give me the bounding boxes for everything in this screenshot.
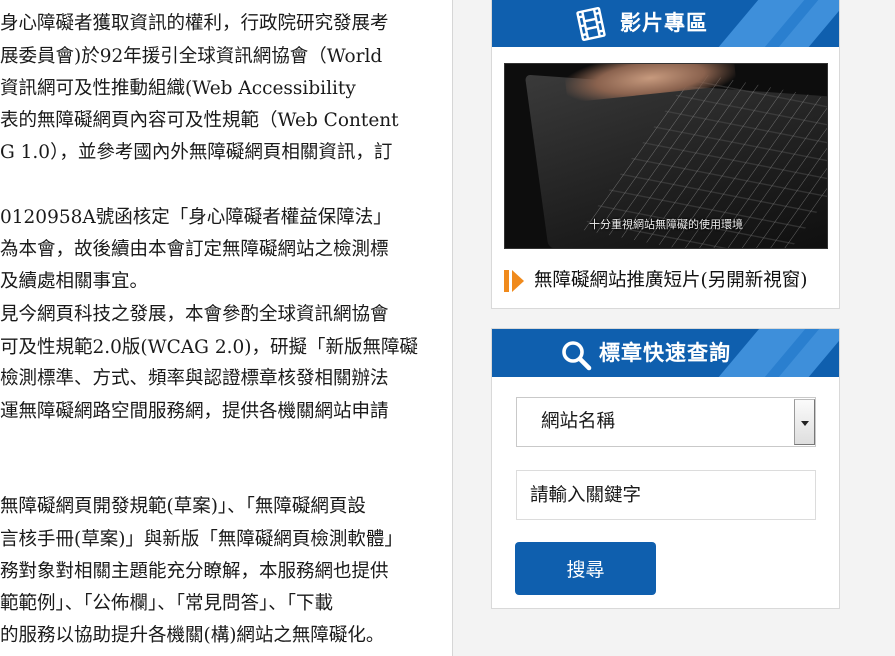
- video-panel-title: 影片專區: [620, 11, 708, 35]
- article-line: 展委員會)於92年援引全球資訊網協會（World: [0, 46, 383, 67]
- search-button[interactable]: 搜尋: [515, 542, 656, 595]
- keyword-input[interactable]: [516, 470, 816, 520]
- article-line: 資訊網可及性推動組織(Web Accessibility: [0, 78, 356, 99]
- article-line: 的服務以協助提升各機關(構)網站之無障礙化。: [0, 625, 385, 646]
- video-thumbnail[interactable]: 十分重視網站無障礙的使用環境: [504, 63, 828, 249]
- article-line: 範範例」、「公佈欄」、「常見問答」、「下載: [0, 593, 334, 614]
- play-arrow-icon: [504, 270, 524, 292]
- search-icon: [560, 339, 592, 371]
- article-line: 見今網頁科技之發展，本會參酌全球資訊網協會: [0, 304, 389, 325]
- article-line: 0120958A號函核定「身心障礙者權益保障法」: [0, 207, 392, 228]
- article-line: 檢測標準、方式、頻率與認證標章核發相關辦法: [0, 368, 389, 389]
- article-line: 及續處相關事宜。: [0, 271, 149, 292]
- video-panel-header: 影片專區: [492, 0, 839, 47]
- search-type-value: 網站名稱: [541, 411, 616, 432]
- article-line: 言核手冊(草案)」與新版「無障礙網頁檢測軟體」: [0, 529, 403, 550]
- article-line: 無障礙網頁開發規範(草案)」、「無障礙網頁設: [0, 496, 366, 517]
- video-link-label: 無障礙網站推廣短片(另開新視窗): [534, 270, 808, 291]
- article-line: 務對象對相關主題能充分瞭解，本服務網也提供: [0, 561, 389, 582]
- chevron-down-icon[interactable]: [794, 399, 815, 445]
- film-icon: [574, 7, 608, 41]
- article-content: 身心障礙者獲取資訊的權利，行政院研究發展考 展委員會)於92年援引全球資訊網協會…: [0, 0, 452, 656]
- article-line: G 1.0），並參考國內外無障礙網頁相關資訊，訂: [0, 142, 393, 163]
- article-line: 可及性規範2.0版(WCAG 2.0)，研擬「新版無障礙: [0, 337, 418, 358]
- search-panel-title: 標章快速查詢: [599, 341, 731, 365]
- article-line: 表的無障礙網頁內容可及性規範（Web Content: [0, 110, 399, 131]
- article-line: 為本會，故後續由本會訂定無障礙網站之檢測標: [0, 239, 389, 260]
- video-caption: 十分重視網站無障礙的使用環境: [589, 218, 743, 231]
- search-type-select[interactable]: 網站名稱: [516, 397, 816, 447]
- search-panel-header: 標章快速查詢: [492, 329, 839, 377]
- video-panel: 影片專區 十分重視網站無障礙的使用環境 無障礙網站推廣短片(另開新視窗): [491, 0, 840, 309]
- search-panel: 標章快速查詢 網站名稱 搜尋: [491, 328, 840, 609]
- article-line: 運無障礙網路空間服務網，提供各機關網站申請: [0, 401, 389, 422]
- article-line: 身心障礙者獲取資訊的權利，行政院研究發展考: [0, 13, 389, 34]
